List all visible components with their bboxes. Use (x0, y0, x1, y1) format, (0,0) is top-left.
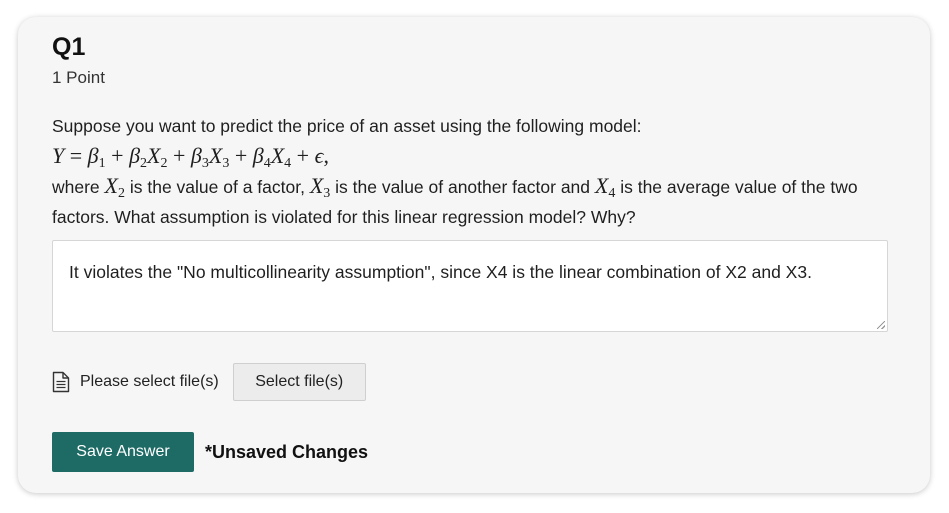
question-card: Q1 1 Point Suppose you want to predict t… (18, 17, 930, 493)
select-files-button[interactable]: Select file(s) (232, 363, 366, 401)
answer-textarea[interactable]: It violates the "No multicollinearity as… (52, 240, 888, 332)
answer-text[interactable]: It violates the "No multicollinearity as… (69, 257, 879, 287)
document-icon (52, 371, 70, 393)
file-upload-row: Please select file(s) Select file(s) (52, 362, 366, 402)
question-title: Q1 (52, 33, 86, 61)
save-row: Save Answer *Unsaved Changes (52, 432, 368, 472)
question-prompt: Suppose you want to predict the price of… (52, 111, 902, 232)
var-x3: X3 (309, 173, 331, 201)
save-answer-button[interactable]: Save Answer (52, 432, 194, 472)
question-points: 1 Point (52, 68, 105, 87)
var-x2: X2 (104, 173, 125, 201)
prompt-intro: Suppose you want to predict the price of… (52, 116, 642, 136)
resize-grip-icon[interactable] (877, 321, 885, 329)
model-equation: Y = β1 + β2X2 + β3X3 + β4X4 + ϵ, (52, 143, 329, 171)
var-x4: X4 (594, 173, 616, 201)
prompt-body: where X2 is the value of a factor, X3 is… (52, 173, 858, 227)
file-upload-label: Please select file(s) (80, 373, 219, 390)
unsaved-changes-status: *Unsaved Changes (205, 441, 369, 462)
